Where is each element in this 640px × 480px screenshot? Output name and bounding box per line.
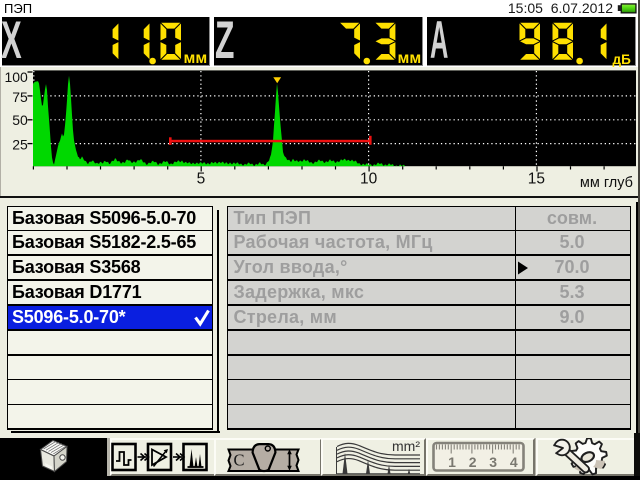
svg-text:75: 75 [12, 89, 28, 105]
svg-text:3: 3 [489, 454, 497, 470]
svg-text:4: 4 [510, 454, 518, 470]
svg-text:10: 10 [360, 170, 378, 187]
svg-text:mm²: mm² [392, 438, 420, 454]
svg-text:100: 100 [4, 69, 28, 85]
svg-text:15: 15 [528, 170, 545, 187]
svg-text:2: 2 [469, 454, 477, 470]
svg-text:25: 25 [12, 137, 28, 153]
svg-text:мм глуб: мм глуб [580, 175, 633, 191]
svg-text:50: 50 [12, 112, 28, 128]
svg-text:1: 1 [448, 454, 456, 470]
svg-text:C: C [234, 450, 245, 469]
svg-text:5: 5 [197, 170, 206, 187]
